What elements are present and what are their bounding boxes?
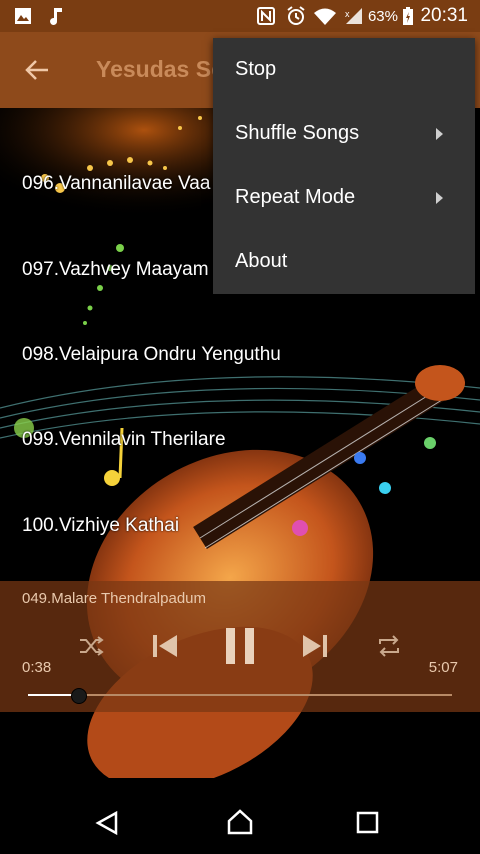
seek-bar[interactable] [28,694,452,696]
submenu-arrow-icon [436,192,443,204]
list-item[interactable]: 097.Vazhvey Maayam [22,259,209,281]
alarm-icon [287,6,305,25]
shuffle-icon[interactable] [78,634,104,658]
status-bar: x 63% 20:31 [0,0,480,32]
overflow-menu: Stop Shuffle Songs Repeat Mode About [213,38,475,294]
image-icon [15,8,31,24]
navigation-bar [0,778,480,854]
menu-item-stop[interactable]: Stop [235,58,276,81]
current-time: 0:38 [22,659,52,676]
total-time: 5:07 [428,659,458,676]
list-item[interactable]: 099.Vennilavin Therilare [22,429,226,451]
menu-item-shuffle-songs[interactable]: Shuffle Songs [235,122,359,145]
pause-icon[interactable] [222,626,258,666]
home-icon[interactable] [226,808,254,836]
wifi-icon [314,8,336,25]
clock: 20:31 [420,5,468,26]
previous-icon[interactable] [150,632,180,660]
list-item[interactable]: 100.Vizhiye Kathai [22,515,179,537]
battery-percent: 63% [367,8,398,25]
signal-icon: x [345,8,362,24]
next-icon[interactable] [300,632,330,660]
arrow-left-icon[interactable] [24,58,50,82]
music-note-icon [50,8,62,25]
now-playing-title: 049.Malare Thendralpadum [22,590,207,607]
battery-icon [403,7,413,25]
menu-item-repeat-mode[interactable]: Repeat Mode [235,186,355,209]
list-item[interactable]: 098.Velaipura Ondru Yenguthu [22,344,281,366]
repeat-icon[interactable] [376,634,402,658]
back-triangle-icon[interactable] [94,810,120,836]
nfc-icon [257,7,275,25]
menu-item-about[interactable]: About [235,250,287,273]
page-title: Yesudas Songs [96,56,214,82]
svg-text:x: x [345,9,350,19]
submenu-arrow-icon [436,128,443,140]
seek-thumb[interactable] [70,688,87,704]
list-item[interactable]: 096.Vannanilavae Vaa [22,173,210,195]
recents-icon[interactable] [356,811,380,835]
